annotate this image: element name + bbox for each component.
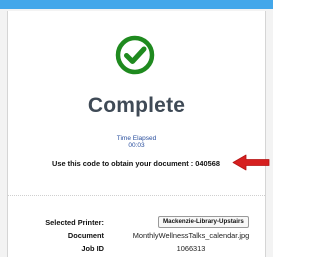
confirmation-card: Complete Time Elapsed 00:03 Use this cod… [7,11,270,257]
time-elapsed-value: 00:03 [128,142,145,149]
top-header-bar [0,0,273,9]
document-value: MonthlyWellnessTalks_calendar.jpg [132,231,250,240]
status-title: Complete [87,94,186,117]
release-window: Complete Time Elapsed 00:03 Use this cod… [0,0,273,257]
document-label: Document [67,231,104,240]
red-arrow-left-icon [232,154,270,171]
check-circle-icon [115,35,155,75]
section-divider [8,195,265,196]
selected-printer-label: Selected Printer: [45,218,104,227]
release-code-text: Use this code to obtain your document : … [52,159,220,168]
job-id-value: 1066313 [176,244,206,253]
selected-printer-button[interactable]: Mackenzie-Library-Upstairs [158,216,249,228]
job-id-label: Job ID [81,244,104,253]
